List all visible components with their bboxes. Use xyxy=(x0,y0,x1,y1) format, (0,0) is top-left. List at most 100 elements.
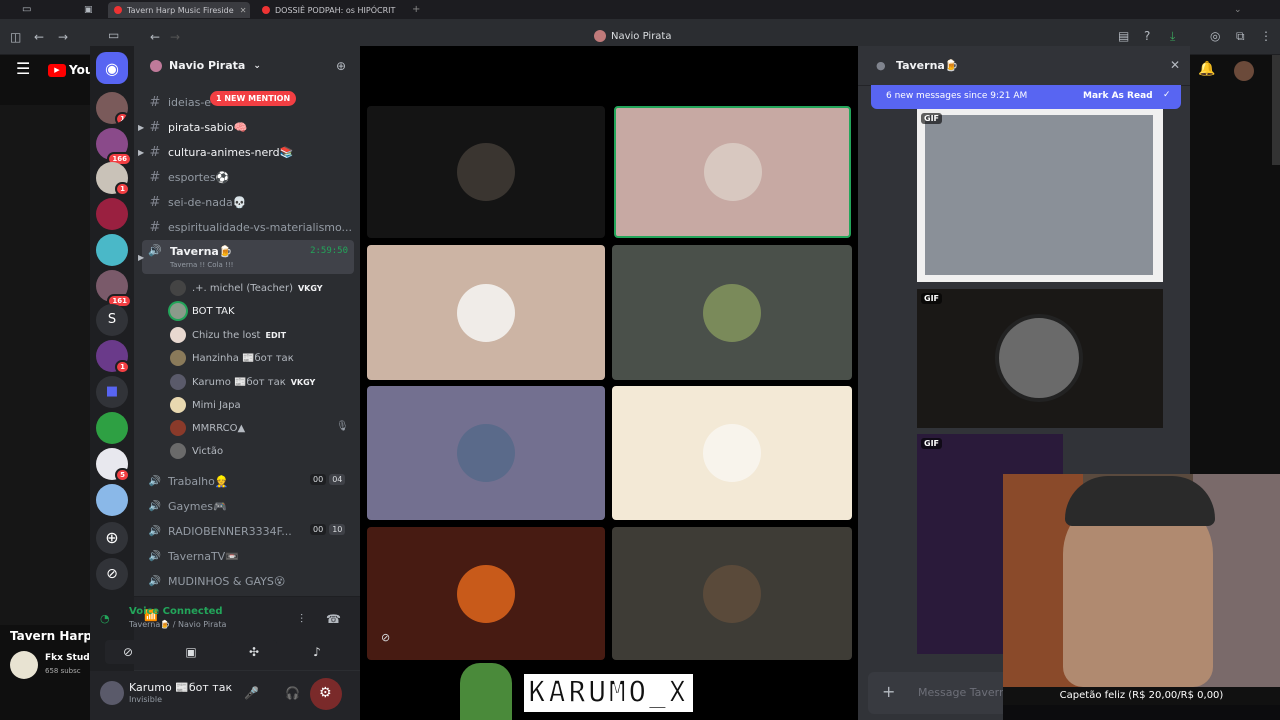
voice-user[interactable]: .+. michel (Teacher) VKGY xyxy=(170,280,323,296)
server-icon xyxy=(150,59,162,72)
server-icon[interactable]: 166 xyxy=(96,128,132,166)
discord-forward-icon[interactable]: → xyxy=(170,31,180,43)
username[interactable]: Karumo 📰бот так xyxy=(129,681,232,694)
close-icon[interactable]: ✕ xyxy=(1170,58,1180,72)
screen-share-button[interactable]: ▣ xyxy=(168,640,214,664)
voice-user[interactable]: BOT TAK xyxy=(170,303,235,319)
puzzle-icon[interactable]: ⧉ xyxy=(1236,30,1245,42)
camera-button[interactable]: ⊘ xyxy=(105,640,151,664)
youtube-logo[interactable]: ▶ You xyxy=(48,63,93,77)
menu-icon[interactable]: ⋮ xyxy=(1260,30,1272,42)
notifications-icon[interactable]: 🔔 xyxy=(1198,62,1215,76)
tab-dossie[interactable]: DOSSIÊ PODPAH: os HIPÓCRIT ✕ xyxy=(256,2,398,18)
avatar xyxy=(170,420,186,436)
channel-avatar[interactable] xyxy=(10,651,38,679)
channel-sei-de-nada[interactable]: # sei-de-nada💀 xyxy=(148,195,247,210)
channel-cultura[interactable]: # cultura-animes-nerd📚 xyxy=(148,145,294,160)
participant-tile[interactable] xyxy=(612,527,852,660)
download-icon[interactable]: ⤓ xyxy=(1170,30,1175,42)
add-member-icon[interactable]: ⊕ xyxy=(336,60,346,72)
folder-icon[interactable]: ■ xyxy=(96,376,128,408)
server-icon[interactable] xyxy=(96,198,128,230)
new-messages-bar[interactable]: 6 new messages since 9:21 AM Mark As Rea… xyxy=(871,85,1181,109)
chevron-down-icon[interactable]: ⌄ xyxy=(1234,4,1242,16)
participant-tile-speaking[interactable] xyxy=(614,106,851,238)
server-icon[interactable]: 5 xyxy=(96,448,130,482)
sidebar-toggle-icon[interactable]: ▭ xyxy=(22,4,31,16)
add-server-icon[interactable]: ⊕ xyxy=(96,522,128,554)
server-header[interactable]: Navio Pirata ⌄ xyxy=(150,59,261,72)
mark-as-read-button[interactable]: Mark As Read xyxy=(1083,91,1153,101)
soundboard-button[interactable]: ♪ xyxy=(294,640,340,664)
microphone-icon[interactable]: 🎤 xyxy=(244,686,259,700)
voice-user[interactable]: Victão xyxy=(170,443,223,459)
server-icon[interactable] xyxy=(96,484,128,516)
server-icon[interactable]: 1 xyxy=(96,162,130,196)
tab-group-icon[interactable]: ▣ xyxy=(84,4,93,16)
server-icon[interactable] xyxy=(96,412,128,444)
new-mention-pill[interactable]: 1 NEW MENTION xyxy=(210,91,297,106)
discord-back-icon[interactable]: ← xyxy=(150,31,160,43)
sidebar-icon[interactable]: ◫ xyxy=(10,31,21,43)
voice-user[interactable]: Mimi Japa xyxy=(170,397,241,413)
participant-tile[interactable] xyxy=(367,245,605,380)
channel-name[interactable]: Fkx Stud xyxy=(45,653,90,663)
screen-share-icon: ▣ xyxy=(185,645,197,659)
channel-pirata-sabio[interactable]: # pirata-sabio🧠 xyxy=(148,120,248,135)
hamburger-menu-icon[interactable]: ☰ xyxy=(16,61,30,77)
channel-espiritualidade[interactable]: # espiritualidade-vs-materialismo... xyxy=(148,220,353,235)
channel-ideias[interactable]: # ideias-e xyxy=(148,95,212,110)
discover-icon[interactable]: ⊘ xyxy=(96,558,128,590)
voice-location[interactable]: Taverna🍺 / Navio Pirata xyxy=(129,620,226,629)
activities-button[interactable]: ✣ xyxy=(231,640,277,664)
add-attachment-icon[interactable]: + xyxy=(882,682,895,701)
voice-channel-taverna[interactable]: 🔊 Taverna🍺 2:59:50 Taverna !! Cola !!! xyxy=(142,240,354,274)
help-icon[interactable]: ? xyxy=(1144,30,1150,42)
disconnect-icon[interactable]: ☎ xyxy=(326,612,341,626)
user-count: 00 10 xyxy=(310,524,346,535)
participant-tile[interactable]: ⊘ xyxy=(367,527,605,660)
voice-user[interactable]: Hanzinha 📰бот так xyxy=(170,350,294,366)
server-icon[interactable]: 161 xyxy=(96,270,132,308)
voice-user[interactable]: MMRRCO▲ xyxy=(170,420,245,436)
forward-icon[interactable]: → xyxy=(58,31,68,43)
close-tab-icon[interactable]: ✕ xyxy=(240,6,247,15)
server-icon[interactable]: 1 xyxy=(96,340,130,374)
voice-user[interactable]: Karumo 📰бот так VKGY xyxy=(170,374,315,390)
channel-esportes[interactable]: # esportes⚽ xyxy=(148,170,230,185)
participant-tile[interactable] xyxy=(612,245,852,380)
voice-channel[interactable]: 🔊 MUDINHOS & GAYS😵 xyxy=(148,575,286,588)
muted-icon: ⊘ xyxy=(381,631,391,644)
server-icon[interactable]: S xyxy=(96,304,128,336)
voice-user[interactable]: Chizu the lost EDIT xyxy=(170,327,286,343)
avatar xyxy=(170,397,186,413)
server-icon[interactable] xyxy=(96,234,128,266)
voice-channel[interactable]: 🔊 RADIOBENNER3334F... xyxy=(148,525,292,538)
noise-suppression-icon[interactable]: ⫶ xyxy=(300,612,303,627)
signal-icon[interactable]: ◔ xyxy=(100,612,110,625)
discord-window-icon[interactable]: ▭ xyxy=(108,29,119,41)
avatar xyxy=(703,283,761,342)
scrollbar[interactable] xyxy=(1272,55,1280,165)
avatar[interactable] xyxy=(100,681,124,705)
server-icon[interactable]: 1 xyxy=(96,92,128,124)
participant-tile[interactable] xyxy=(367,386,605,520)
account-avatar[interactable] xyxy=(1234,61,1254,81)
participant-tile[interactable] xyxy=(367,106,605,238)
participant-tile[interactable] xyxy=(612,386,852,520)
voice-channel[interactable]: 🔊 Gaymes🎮 xyxy=(148,500,227,513)
inbox-icon[interactable]: ▤ xyxy=(1118,30,1129,42)
tab-tavern-harp[interactable]: Tavern Harp Music Fireside ✕ xyxy=(108,2,250,18)
gif-message[interactable]: GIF xyxy=(917,109,1163,282)
extension-icon[interactable]: ◎ xyxy=(1210,30,1220,42)
back-icon[interactable]: ← xyxy=(34,31,44,43)
new-tab-icon[interactable]: + xyxy=(412,4,420,16)
voice-connected-status[interactable]: Voice Connected xyxy=(129,606,223,617)
gif-message[interactable]: GIF xyxy=(917,289,1163,428)
discord-home-icon[interactable]: ◉ xyxy=(96,52,128,84)
server-list: ◉ 1 166 1 161 S 1 ■ 5 ⊕ ⊘ xyxy=(90,46,134,720)
voice-channel[interactable]: 🔊 Trabalho👷 xyxy=(148,475,229,488)
settings-button[interactable]: ⚙ xyxy=(310,678,342,710)
headphones-icon[interactable]: 🎧 xyxy=(285,686,300,700)
voice-channel[interactable]: 🔊 TavernaTV📼 xyxy=(148,550,239,563)
